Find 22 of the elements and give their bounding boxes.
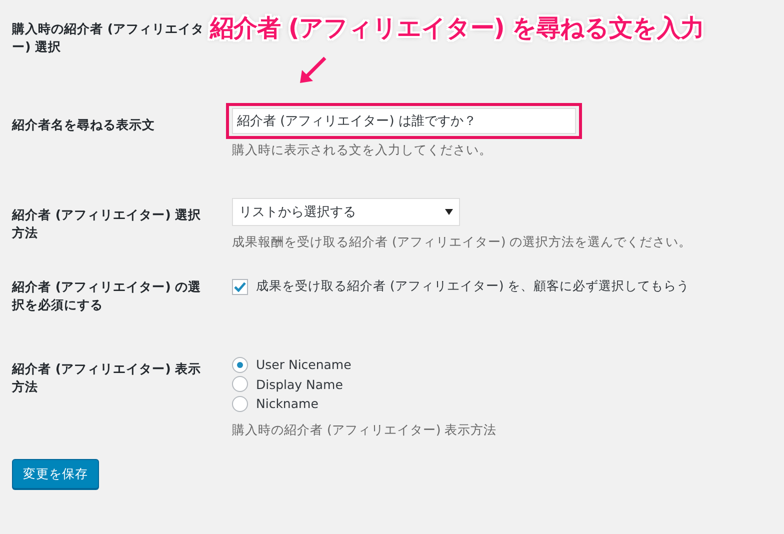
checkbox[interactable]	[232, 278, 248, 295]
annotation-text: 紹介者 (アフィリエイター) を尋ねる文を入力	[210, 13, 704, 44]
save-button[interactable]: 変更を保存	[12, 459, 99, 489]
field-description: 購入時の紹介者 (アフィリエイター) 表示方法	[232, 422, 497, 438]
setting-label: 紹介者 (アフィリエイター) 選択方法	[12, 206, 202, 242]
radio-label: Nickname	[256, 396, 318, 412]
field-description: 購入時に表示される文を入力してください。	[232, 142, 493, 159]
caret-icon	[445, 209, 453, 215]
radio-label: User Nicename	[256, 357, 352, 372]
setting-label: 紹介者 (アフィリエイター) の選択を必須にする	[12, 278, 202, 314]
radio-button[interactable]	[232, 376, 248, 392]
setting-label: 紹介者名を尋ねる表示文	[12, 116, 156, 134]
radio-label: Display Name	[256, 376, 343, 392]
radio-button[interactable]	[232, 396, 248, 412]
checkbox-label: 成果を受け取る紹介者 (アフィリエイター) を、顧客に必ず選択してもらう	[256, 278, 690, 296]
text-field[interactable]: 紹介者 (アフィリエイター) は誰ですか？	[232, 108, 576, 134]
arrow-icon	[298, 56, 328, 84]
dropdown[interactable]: リストから選択する	[232, 198, 460, 226]
field-description: 成果報酬を受け取る紹介者 (アフィリエイター) の選択方法を選んでください。	[232, 234, 692, 251]
radio-button[interactable]	[232, 356, 248, 373]
setting-label: 紹介者 (アフィリエイター) 表示方法	[12, 360, 202, 396]
setting-label: 購入時の紹介者 (アフィリエイター) 選択	[12, 20, 206, 56]
